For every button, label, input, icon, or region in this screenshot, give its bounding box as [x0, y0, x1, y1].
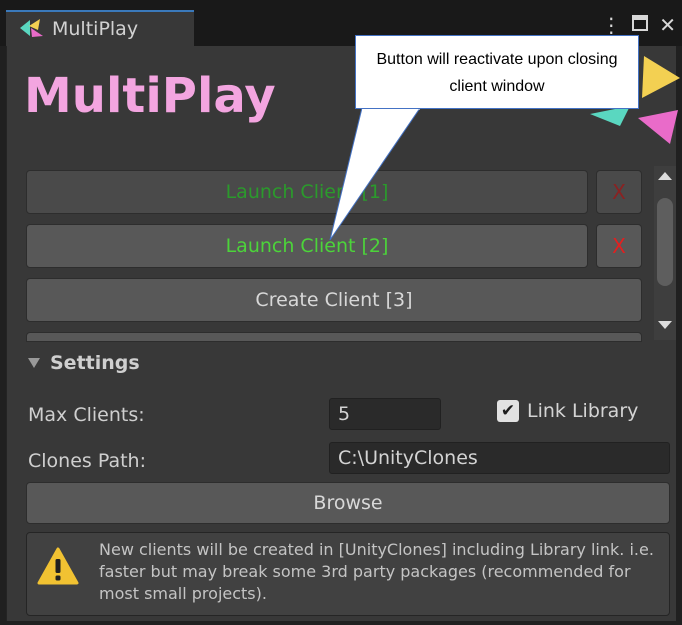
callout-annotation: Button will reactivate upon closing clie… — [355, 35, 639, 109]
